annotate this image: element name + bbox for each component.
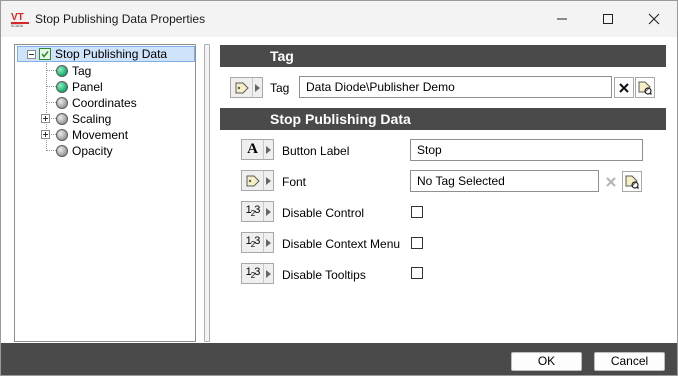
dropdown-arrow-icon — [255, 83, 260, 92]
status-gray-icon — [56, 129, 68, 141]
vtscada-logo-icon: VT SCADA — [11, 12, 29, 28]
disable-control-type-button[interactable]: 123 — [241, 201, 274, 222]
property-tree[interactable]: Stop Publishing Data Tag Panel Coordinat… — [14, 44, 196, 342]
browse-tag-button[interactable] — [635, 77, 655, 98]
tree-item-label: Tag — [72, 64, 92, 78]
clear-icon — [619, 82, 629, 93]
dialog-footer: OK Cancel — [1, 343, 677, 375]
font-type-button[interactable] — [241, 170, 274, 191]
status-gray-icon — [56, 113, 68, 125]
close-button[interactable] — [631, 1, 677, 37]
numeric-type-icon: 123 — [245, 266, 261, 281]
section-header-tag: Tag — [220, 45, 666, 67]
tree-root-label: Stop Publishing Data — [55, 47, 168, 61]
close-icon — [648, 13, 660, 25]
tag-icon — [246, 175, 260, 186]
tree-item-opacity[interactable]: Opacity — [56, 143, 113, 159]
button-label-label: Button Label — [282, 144, 350, 158]
disable-tooltips-type-button[interactable]: 123 — [241, 263, 274, 284]
clear-icon — [606, 176, 616, 187]
cancel-button[interactable]: Cancel — [594, 352, 665, 371]
dropdown-arrow-icon — [266, 207, 271, 216]
disable-context-menu-checkbox[interactable] — [411, 237, 423, 249]
disable-tooltips-label: Disable Tooltips — [282, 268, 366, 282]
numeric-type-icon: 123 — [245, 235, 261, 250]
tree-item-label: Opacity — [72, 144, 113, 158]
tree-root-stop-publishing-data[interactable]: Stop Publishing Data — [17, 46, 195, 62]
maximize-icon — [603, 14, 613, 24]
tree-item-label: Panel — [72, 80, 103, 94]
ok-button[interactable]: OK — [511, 352, 582, 371]
button-label-field[interactable]: Stop — [410, 139, 643, 161]
tree-connector — [46, 150, 56, 151]
status-green-icon — [56, 81, 68, 93]
minimize-button[interactable] — [539, 1, 585, 37]
tag-options-button[interactable] — [230, 77, 263, 98]
font-label: Font — [282, 175, 307, 189]
tree-item-tag[interactable]: Tag — [56, 63, 91, 79]
dropdown-arrow-icon — [266, 238, 271, 247]
dropdown-arrow-icon — [266, 176, 271, 185]
disable-control-checkbox[interactable] — [411, 206, 423, 218]
tag-field-label: Tag — [270, 81, 290, 95]
tree-connector — [46, 70, 56, 71]
browse-font-button[interactable] — [622, 171, 642, 192]
svg-text:VT: VT — [11, 12, 24, 23]
status-green-icon — [56, 65, 68, 77]
disable-control-label: Disable Control — [282, 206, 365, 220]
tree-item-coordinates[interactable]: Coordinates — [56, 95, 137, 111]
section-header-stop-publishing-data: Stop Publishing Data — [220, 108, 666, 130]
status-gray-icon — [56, 145, 68, 157]
window-title: Stop Publishing Data Properties — [35, 12, 206, 26]
minimize-icon — [557, 18, 567, 20]
font-field[interactable]: No Tag Selected — [410, 170, 599, 192]
tree-connector — [46, 86, 56, 87]
numeric-type-icon: 123 — [245, 204, 261, 219]
tree-item-label: Coordinates — [72, 96, 137, 110]
tag-field[interactable]: Data Diode\Publisher Demo — [299, 76, 612, 98]
pane-splitter[interactable] — [204, 44, 210, 342]
disable-tooltips-checkbox[interactable] — [411, 267, 423, 279]
button-label-type-button[interactable]: A — [241, 139, 274, 160]
tree-item-panel[interactable]: Panel — [56, 79, 103, 95]
clear-font-button[interactable] — [601, 171, 621, 192]
clear-tag-button[interactable] — [614, 77, 634, 98]
dropdown-arrow-icon — [266, 269, 271, 278]
maximize-button[interactable] — [585, 1, 631, 37]
tree-item-label: Movement — [72, 128, 129, 142]
disable-context-menu-type-button[interactable]: 123 — [241, 232, 274, 253]
tree-item-scaling[interactable]: Scaling — [56, 111, 111, 127]
tree-item-movement[interactable]: Movement — [56, 127, 128, 143]
tree-item-label: Scaling — [72, 112, 112, 126]
status-gray-icon — [56, 97, 68, 109]
collapse-icon[interactable] — [27, 49, 36, 59]
disable-context-menu-label: Disable Context Menu — [282, 237, 401, 251]
properties-dialog: VT SCADA Stop Publishing Data Properties — [0, 0, 678, 376]
svg-text:SCADA: SCADA — [11, 24, 24, 28]
tag-browse-icon — [638, 81, 652, 95]
expand-icon[interactable] — [41, 130, 50, 139]
tree-connector — [46, 102, 56, 103]
tag-icon — [235, 82, 249, 93]
title-bar[interactable]: VT SCADA Stop Publishing Data Properties — [1, 1, 677, 37]
text-type-icon: A — [247, 141, 258, 157]
dropdown-arrow-icon — [266, 145, 271, 154]
expand-icon[interactable] — [41, 114, 50, 123]
tag-browse-icon — [625, 175, 639, 189]
button-widget-icon — [39, 48, 51, 60]
